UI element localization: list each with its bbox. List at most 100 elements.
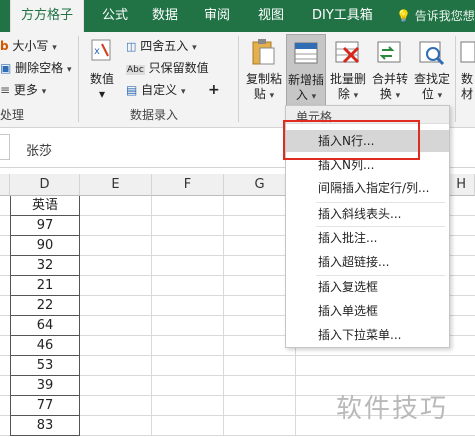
cell-english-value[interactable]: 46: [10, 336, 80, 356]
cell-empty[interactable]: [80, 236, 152, 256]
remove-space-button[interactable]: ▣ 删除空格 ▾: [0, 60, 72, 78]
tab-fangfang[interactable]: 方方格子: [10, 0, 84, 32]
cell-empty[interactable]: [152, 376, 224, 396]
cell-partial[interactable]: [0, 276, 10, 296]
cell-english-value[interactable]: 21: [10, 276, 80, 296]
column-header-e[interactable]: E: [80, 174, 152, 196]
name-box[interactable]: [0, 134, 10, 160]
cell-partial[interactable]: [0, 296, 10, 316]
tab-review[interactable]: 审阅: [204, 0, 230, 32]
cell-empty[interactable]: [224, 356, 296, 376]
plus-button[interactable]: +: [208, 82, 220, 98]
cell-empty[interactable]: [152, 316, 224, 336]
column-header-d[interactable]: D: [10, 174, 80, 196]
cell-empty[interactable]: [80, 416, 152, 436]
cell-empty[interactable]: [152, 216, 224, 236]
cell-english-value[interactable]: 39: [10, 376, 80, 396]
menu-item-insert-dropdown[interactable]: 插入下拉菜单...: [286, 324, 449, 346]
cell-partial[interactable]: [0, 376, 10, 396]
cell-empty[interactable]: [80, 336, 152, 356]
more-icon: ≡: [0, 83, 11, 97]
cell-partial[interactable]: [0, 236, 10, 256]
cell-empty[interactable]: [224, 396, 296, 416]
copy-paste-button[interactable]: 复制粘 贴 ▾: [244, 34, 284, 106]
tab-formulas[interactable]: 公式: [102, 0, 128, 32]
cell-partial[interactable]: [0, 336, 10, 356]
group-label-text: 处理: [0, 108, 25, 122]
cell-english-value[interactable]: 32: [10, 256, 80, 276]
round-icon: ◫: [126, 40, 137, 53]
cell-empty[interactable]: [80, 196, 152, 216]
cell-empty[interactable]: [296, 356, 475, 376]
cell-empty[interactable]: [152, 356, 224, 376]
cell-empty[interactable]: [80, 296, 152, 316]
group-separator: [78, 36, 79, 122]
cell-english-value[interactable]: 90: [10, 236, 80, 256]
cell-empty[interactable]: [152, 276, 224, 296]
cell-empty[interactable]: [224, 376, 296, 396]
chevron-down-icon: ▾: [98, 87, 106, 101]
menu-item-insert-radio[interactable]: 插入单选框: [286, 300, 449, 322]
column-header-partial[interactable]: [0, 174, 10, 196]
keep-value-button[interactable]: Abc 只保留数值: [126, 60, 209, 78]
merge-convert-button[interactable]: 合并转 换 ▾: [370, 34, 410, 106]
cell-empty[interactable]: [152, 336, 224, 356]
chevron-down-icon: ▾: [311, 92, 317, 102]
cell-partial[interactable]: [0, 216, 10, 236]
tell-me-box[interactable]: 💡 告诉我您想: [396, 0, 475, 32]
tab-diy-toolbox[interactable]: DIY工具箱: [312, 0, 373, 32]
cell-empty[interactable]: [152, 196, 224, 216]
insert-rows-icon: [294, 42, 318, 64]
cell-empty[interactable]: [224, 416, 296, 436]
menu-item-insert-comment[interactable]: 插入批注...: [286, 227, 449, 249]
case-button[interactable]: b 大小写 ▾: [0, 38, 57, 56]
cell-english-value[interactable]: 83: [10, 416, 80, 436]
menu-item-insert-checkbox[interactable]: 插入复选框: [286, 276, 449, 298]
new-insert-button[interactable]: 新增插 入 ▾: [286, 34, 326, 106]
tab-data[interactable]: 数据: [152, 0, 178, 32]
tell-me-text: 告诉我您想: [414, 9, 475, 23]
watermark-text: 软件技巧: [336, 394, 449, 424]
cell-empty[interactable]: [80, 356, 152, 376]
column-header-f[interactable]: F: [152, 174, 224, 196]
cell-english-value[interactable]: 97: [10, 216, 80, 236]
formula-input[interactable]: 张莎: [26, 140, 52, 159]
cell-partial[interactable]: [0, 396, 10, 416]
more-button[interactable]: ≡ 更多 ▾: [0, 82, 46, 100]
cell-english-value[interactable]: 22: [10, 296, 80, 316]
cell-empty[interactable]: [80, 276, 152, 296]
chevron-down-icon: ▾: [353, 91, 359, 101]
cell-empty[interactable]: [152, 396, 224, 416]
cell-partial[interactable]: [0, 416, 10, 436]
cell-english-value[interactable]: 64: [10, 316, 80, 336]
chevron-down-icon: ▾: [52, 43, 57, 53]
cell-empty[interactable]: [80, 376, 152, 396]
cell-partial[interactable]: [0, 316, 10, 336]
custom-button[interactable]: ▤ 自定义 ▾: [126, 82, 186, 100]
cell-empty[interactable]: [152, 256, 224, 276]
menu-item-interval-insert[interactable]: 间隔插入指定行/列...: [286, 177, 449, 199]
cell-empty[interactable]: [80, 256, 152, 276]
cell-english-value[interactable]: 77: [10, 396, 80, 416]
cell-empty[interactable]: [80, 316, 152, 336]
cell-empty[interactable]: [152, 416, 224, 436]
cell-empty[interactable]: [80, 396, 152, 416]
partial-button[interactable]: 数 材: [457, 34, 475, 106]
cell-partial[interactable]: [0, 256, 10, 276]
menu-item-insert-hyperlink[interactable]: 插入超链接...: [286, 251, 449, 273]
cell-empty[interactable]: [152, 236, 224, 256]
round-button[interactable]: ◫ 四舍五入 ▾: [126, 38, 197, 56]
tab-view[interactable]: 视图: [258, 0, 284, 32]
chevron-down-icon: ▾: [192, 43, 197, 53]
cell-header-english[interactable]: 英语: [10, 196, 80, 216]
cell-partial[interactable]: [0, 356, 10, 376]
cell-empty[interactable]: [152, 296, 224, 316]
cell-partial[interactable]: [0, 196, 10, 216]
number-button[interactable]: x 数值 ▾: [84, 34, 120, 106]
batch-delete-button[interactable]: 批量删 除 ▾: [328, 34, 368, 106]
cell-empty[interactable]: [80, 216, 152, 236]
cell-english-value[interactable]: 53: [10, 356, 80, 376]
find-locate-button[interactable]: 查找定 位 ▾: [412, 34, 452, 106]
menu-item-diagonal-header[interactable]: 插入斜线表头...: [286, 203, 449, 225]
delete-rows-icon: [335, 41, 360, 64]
